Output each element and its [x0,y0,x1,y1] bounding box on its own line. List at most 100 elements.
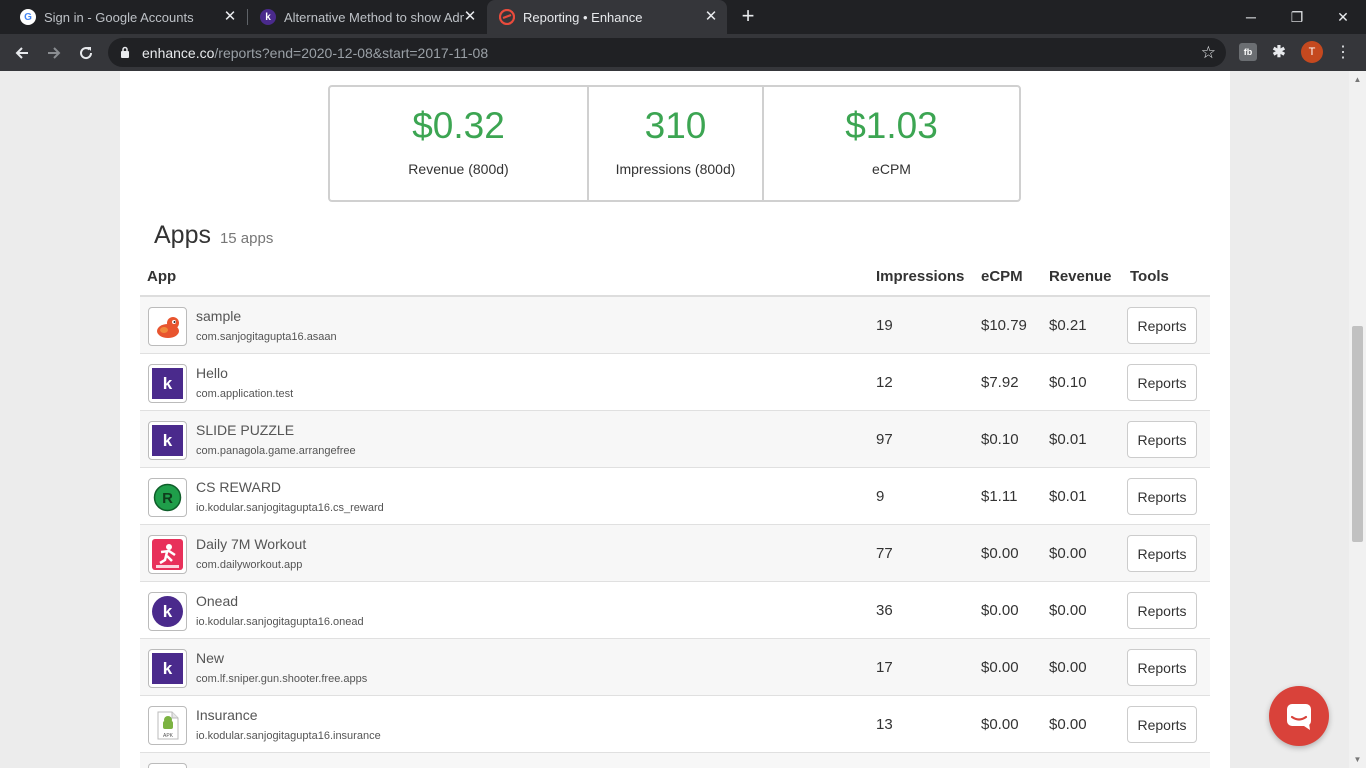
reports-button[interactable]: Reports [1127,478,1197,515]
scroll-up-arrow-icon[interactable]: ▲ [1349,71,1366,88]
app-package: com.dailyworkout.app [196,559,303,571]
impressions-cell: 77 [876,545,893,562]
revenue-cell: $0.00 [1049,602,1087,619]
kodular-k-icon: k [152,368,183,399]
table-row: R CS REWARD io.kodular.sanjogitagupta16.… [140,468,1210,525]
back-arrow-icon [15,47,28,59]
tab-reporting-enhance[interactable]: Reporting • Enhance ✕ [487,0,727,34]
app-package: com.panagola.game.arrangefree [196,445,356,457]
impressions-cell: 17 [876,659,893,676]
scroll-down-arrow-icon[interactable]: ▼ [1349,751,1366,768]
apps-count: 15 apps [219,230,274,247]
revenue-cell: $0.00 [1049,716,1087,733]
tab-title: Reporting • Enhance [523,9,643,25]
impressions-cell: 36 [876,602,893,619]
stat-impressions: 310 Impressions (800d) [587,87,762,200]
stat-value: $0.32 [412,105,505,146]
table-row: APK Insurance io.kodular.sanjogitagupta1… [140,696,1210,753]
back-button[interactable] [9,40,35,66]
revenue-cell: $0.10 [1049,374,1087,391]
header-tools: Tools [1130,268,1169,285]
table-row: k Hello com.application.test 12 $7.92 $0… [140,354,1210,411]
chat-launcher-button[interactable] [1269,686,1329,746]
address-bar[interactable]: enhance.co/reports?end=2020-12-08&start=… [108,38,1226,67]
lock-icon [121,46,129,58]
svg-text:R: R [162,490,173,507]
table-row: sample com.sanjogitagupta16.asaan 19 $10… [140,297,1210,354]
svg-text:APK: APK [163,733,174,739]
stat-label: Revenue (800d) [408,161,509,177]
scroll-thumb[interactable] [1352,326,1363,542]
ecpm-cell: $0.10 [981,431,1019,448]
close-tab-icon[interactable]: ✕ [222,9,238,25]
ecpm-cell: $1.11 [981,488,1018,505]
revenue-cell: $0.21 [1049,317,1087,334]
table-header: App Impressions eCPM Revenue Tools [140,257,1210,297]
app-name: sample [196,308,242,324]
table-row: k SLIDE PUZZLE com.panagola.game.arrange… [140,411,1210,468]
app-package: io.kodular.sanjogitagupta16.onead [196,616,364,628]
kodular-k-icon: k [152,425,183,456]
reward-app-icon: R [148,478,187,517]
profile-avatar[interactable]: T [1301,41,1323,63]
google-icon: G [20,9,36,25]
impressions-cell: 97 [876,431,893,448]
close-tab-icon[interactable]: ✕ [462,9,478,25]
stat-ecpm: $1.03 eCPM [762,87,1019,200]
browser-tab-bar: G Sign in - Google Accounts ✕ k Alternat… [0,0,1366,34]
table-row [140,753,1210,768]
apps-table: App Impressions eCPM Revenue Tools sampl… [140,257,1210,768]
apps-heading: Apps 15 apps [154,221,273,250]
reports-button[interactable]: Reports [1127,535,1197,572]
tab-title: Alternative Method to show Adm [284,9,464,25]
enhance-icon [499,9,515,25]
app-name: SLIDE PUZZLE [196,422,295,438]
reports-button[interactable]: Reports [1127,649,1197,686]
stat-label: Impressions (800d) [615,161,736,177]
app-name: New [196,650,225,666]
stat-value: 310 [644,105,707,146]
url-path: /reports?end=2020-12-08&start=2017-11-08 [214,45,489,61]
browser-menu-icon[interactable]: ⋮ [1332,41,1354,63]
revenue-cell: $0.01 [1049,488,1087,505]
url-host: enhance.co [142,45,215,61]
revenue-cell: $0.01 [1049,431,1087,448]
forward-arrow-icon [48,47,61,59]
extension-icon[interactable]: fb [1239,43,1257,61]
reports-button[interactable]: Reports [1127,706,1197,743]
app-icon-partial [148,763,187,768]
workout-app-icon [148,535,187,574]
app-name: Onead [196,593,239,609]
reports-button[interactable]: Reports [1127,592,1197,629]
bookmark-star-icon[interactable]: ☆ [1201,43,1216,63]
app-name: CS REWARD [196,479,282,495]
kodular-k-icon: k [152,596,183,627]
new-tab-button[interactable]: + [736,5,760,29]
close-window-button[interactable]: ✕ [1320,0,1366,34]
apps-title: Apps [154,221,211,249]
url-text: enhance.co/reports?end=2020-12-08&start=… [142,45,488,61]
header-impressions: Impressions [876,268,965,285]
page-scrollbar[interactable]: ▲ ▼ [1349,71,1366,768]
puzzle-extensions-icon[interactable]: ✱ [1270,43,1288,61]
reload-icon [80,47,93,60]
tab-alternative-method[interactable]: k Alternative Method to show Adm ✕ [248,0,486,34]
app-package: io.kodular.sanjogitagupta16.cs_reward [196,502,384,514]
restore-button[interactable]: ❐ [1274,0,1320,34]
header-ecpm: eCPM [981,268,1023,285]
tab-google-accounts[interactable]: G Sign in - Google Accounts ✕ [8,0,246,34]
ecpm-cell: $0.00 [981,659,1019,676]
reports-button[interactable]: Reports [1127,421,1197,458]
reports-button[interactable]: Reports [1127,307,1197,344]
forward-button[interactable] [41,40,67,66]
reload-button[interactable] [73,40,99,66]
minimize-button[interactable]: ─ [1228,0,1274,34]
revenue-cell: $0.00 [1049,545,1087,562]
close-tab-icon[interactable]: ✕ [703,9,719,25]
reports-content: $0.32 Revenue (800d) 310 Impressions (80… [120,71,1230,768]
reports-button[interactable]: Reports [1127,364,1197,401]
header-app: App [147,268,177,285]
page-viewport: $0.32 Revenue (800d) 310 Impressions (80… [0,71,1349,768]
app-package: com.sanjogitagupta16.asaan [196,331,337,343]
chat-icon [1287,704,1311,730]
